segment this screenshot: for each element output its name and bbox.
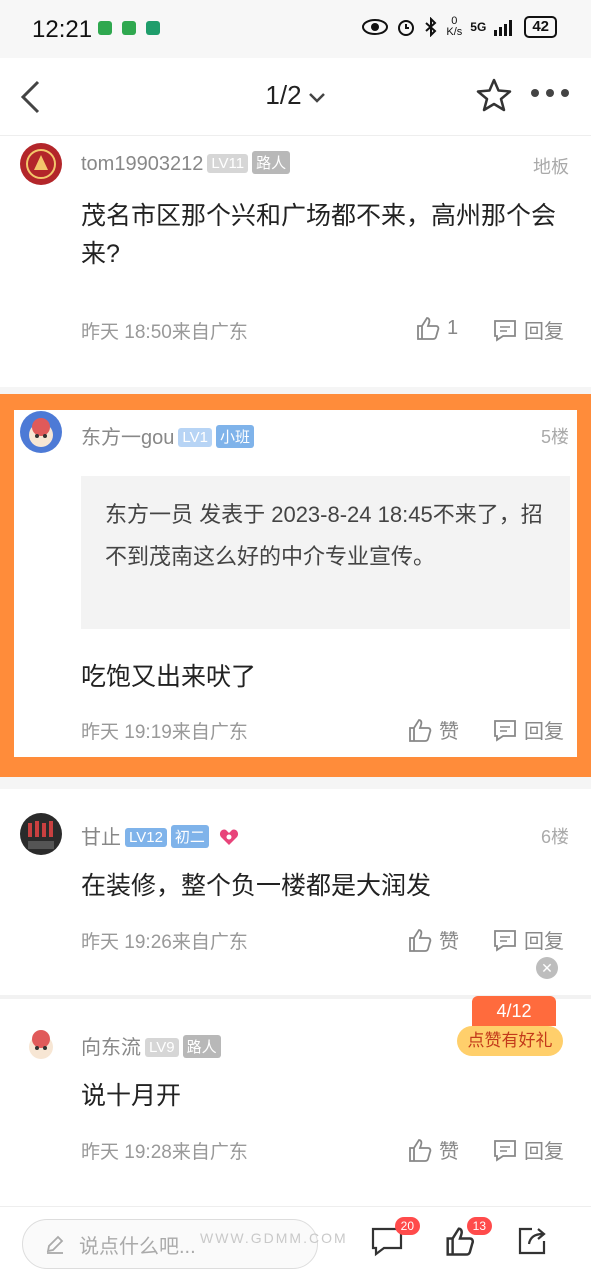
like-button[interactable]: 1 [415, 315, 458, 341]
post-meta: 昨天 19:28来自广东 [81, 1142, 248, 1163]
thumbs-up-icon [409, 1138, 432, 1162]
status-indicators: 0 K/s 5G 42 [362, 16, 557, 38]
heart-badge-icon [219, 829, 238, 845]
post-meta: 昨天 19:26来自广东 [81, 932, 248, 953]
pencil-icon [46, 1235, 64, 1254]
like-button[interactable]: 赞 [407, 1135, 459, 1164]
post-content: 茂名市区那个兴和广场都不来，高州那个会来? [81, 202, 557, 268]
avatar[interactable] [20, 143, 62, 185]
signal-label: 5G [470, 20, 487, 34]
more-icon[interactable] [530, 88, 570, 98]
signal-bars-icon [494, 20, 513, 36]
share-icon [518, 1227, 546, 1255]
like-button[interactable]: 赞 [407, 925, 459, 954]
quoted-post[interactable]: 东方一员 发表于 2023-8-24 18:45不来了，招不到茂南这么好的中介专… [81, 476, 570, 629]
post-meta: 昨天 18:50来自广东 [81, 322, 248, 343]
post-item: 东方一gou LV1 小班 5楼 东方一员 发表于 2023-8-24 18:45不… [0, 397, 591, 775]
post-meta: 昨天 19:19来自广东 [81, 722, 248, 743]
reply-button[interactable]: 回复 [492, 315, 564, 344]
post-item: tom19903212 LV11 路人 地板 茂名市区那个兴和广场都不来，高州那个会… [0, 137, 591, 387]
username[interactable]: 东方一gou LV1 小班 [81, 421, 254, 450]
thumbs-up-icon [417, 317, 440, 340]
rank-badge: 路人 [252, 151, 291, 174]
avatar[interactable] [20, 411, 62, 453]
favorite-star-icon[interactable] [476, 78, 512, 112]
nav-bar: 1/2 [0, 58, 591, 136]
rank-badge: 初二 [170, 825, 209, 848]
promo-close-icon[interactable]: ✕ [536, 957, 558, 979]
reply-button[interactable]: 回复 [492, 925, 564, 954]
chevron-down-icon [308, 93, 325, 103]
post-content: 说十月开 [81, 1082, 182, 1110]
notification-icons [98, 21, 160, 35]
floor-label: 6楼 [540, 827, 569, 847]
reply-button[interactable]: 回复 [492, 715, 564, 744]
avatar[interactable] [20, 813, 62, 855]
reply-button[interactable]: 回复 [492, 1135, 564, 1164]
post-item: 甘止 LV12 初二 6楼 在装修，整个负一楼都是大润发 昨天 19:26来自广东 … [0, 789, 591, 995]
comment-icon [494, 319, 516, 342]
floor-label: 5楼 [540, 427, 569, 447]
net-speed: 0 K/s [446, 15, 463, 38]
rank-badge: 路人 [182, 1035, 221, 1058]
floor-label: 地板 [533, 157, 569, 177]
divider [0, 777, 591, 789]
avatar[interactable] [20, 1023, 62, 1065]
level-badge: LV9 [145, 1038, 179, 1057]
status-bar: 12:21 0 K/s 5G 42 [0, 0, 591, 58]
app-notification-icon [122, 21, 136, 35]
promo-counter[interactable]: 4/12 [472, 996, 556, 1026]
like-count: 1 [447, 316, 459, 339]
like-count-badge: 13 [466, 1217, 492, 1235]
eye-icon [362, 19, 389, 35]
status-time: 12:21 [32, 16, 93, 43]
promo-like-reward-button[interactable]: 点赞有好礼 [457, 1026, 563, 1056]
app-notification-icon [146, 21, 160, 35]
rank-badge: 小班 [215, 425, 254, 448]
like-post-button[interactable]: 13 [444, 1217, 492, 1262]
battery-indicator: 42 [524, 16, 557, 38]
post-content: 吃饱又出来吠了 [81, 663, 257, 691]
comment-placeholder: 说点什么吧... [79, 1235, 196, 1258]
level-badge: LV11 [207, 154, 249, 173]
comments-button[interactable]: 20 [370, 1217, 420, 1262]
app-notification-icon [98, 21, 112, 35]
comment-icon [494, 929, 516, 952]
username[interactable]: tom19903212 LV11 路人 [81, 151, 291, 176]
comment-icon [494, 719, 516, 742]
level-badge: LV1 [178, 428, 212, 447]
comment-icon [494, 1139, 516, 1162]
thumbs-up-icon [409, 718, 432, 742]
watermark: WWW.GDMM.COM [200, 1230, 348, 1246]
thumbs-up-icon [409, 928, 432, 952]
divider [0, 387, 591, 397]
like-button[interactable]: 赞 [407, 715, 459, 744]
comment-count-badge: 20 [394, 1217, 420, 1235]
alarm-icon [398, 20, 415, 36]
bluetooth-icon [425, 17, 437, 37]
level-badge: LV12 [125, 828, 167, 847]
share-button[interactable] [516, 1225, 548, 1262]
username[interactable]: 向东流 LV9 路人 [81, 1031, 221, 1060]
post-content: 在装修，整个负一楼都是大润发 [81, 872, 432, 900]
username[interactable]: 甘止 LV12 初二 [81, 821, 239, 850]
